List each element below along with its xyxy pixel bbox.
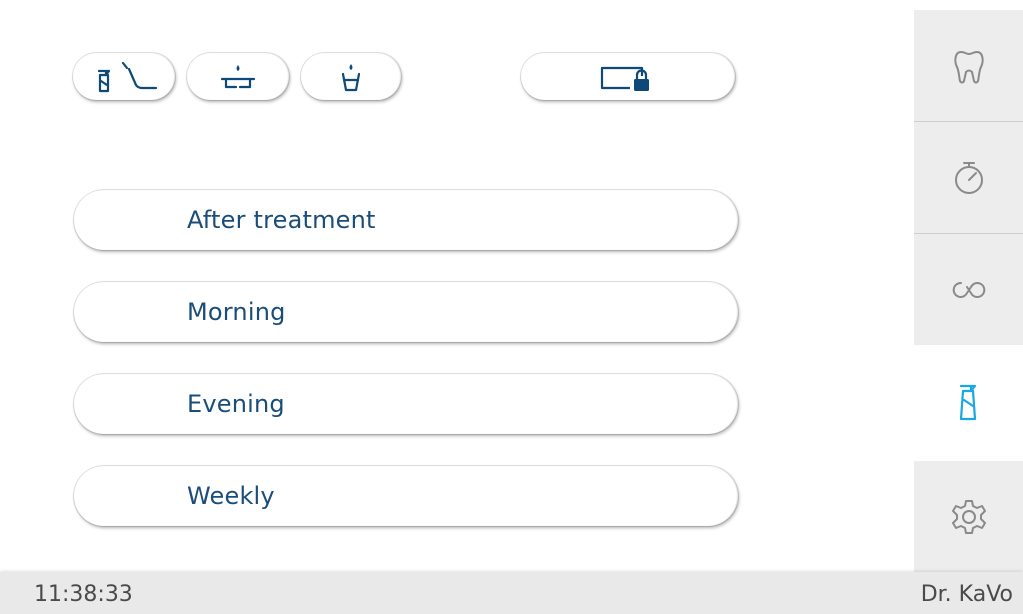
menu-item-evening[interactable]: Evening bbox=[74, 374, 738, 434]
menu-item-after-treatment[interactable]: After treatment bbox=[74, 190, 738, 250]
cup-filling-button[interactable] bbox=[301, 53, 401, 100]
menu-item-label: Evening bbox=[187, 390, 285, 418]
sidebar-item-timer[interactable] bbox=[914, 122, 1023, 233]
stopwatch-icon bbox=[949, 158, 989, 198]
spray-bottle-icon bbox=[954, 381, 984, 425]
chair-spray-button[interactable] bbox=[73, 53, 175, 100]
basin-drop-icon bbox=[216, 57, 260, 97]
infinity-loop-icon bbox=[947, 275, 991, 305]
menu-item-label: After treatment bbox=[187, 206, 376, 234]
screen-lock-button[interactable] bbox=[521, 53, 735, 100]
sidebar-item-hygiene[interactable] bbox=[914, 234, 1023, 345]
sidebar-item-cleaning[interactable] bbox=[914, 345, 1023, 461]
menu-item-morning[interactable]: Morning bbox=[74, 282, 738, 342]
screen-lock-icon bbox=[596, 57, 660, 97]
menu-item-label: Morning bbox=[187, 298, 286, 326]
clock-time: 11:38:33 bbox=[34, 582, 133, 607]
cup-drop-icon bbox=[331, 57, 371, 97]
status-bar: 11:38:33 Dr. KaVo bbox=[0, 572, 1023, 614]
user-name: Dr. KaVo bbox=[920, 582, 1013, 607]
tooth-icon bbox=[952, 46, 986, 86]
basin-cleaning-button[interactable] bbox=[187, 53, 289, 100]
spray-chair-icon bbox=[89, 57, 159, 97]
sidebar-item-settings[interactable] bbox=[914, 461, 1023, 572]
menu-item-weekly[interactable]: Weekly bbox=[74, 466, 738, 526]
gear-icon bbox=[949, 497, 989, 537]
sidebar-item-tooth[interactable] bbox=[914, 10, 1023, 121]
menu-item-label: Weekly bbox=[187, 482, 275, 510]
